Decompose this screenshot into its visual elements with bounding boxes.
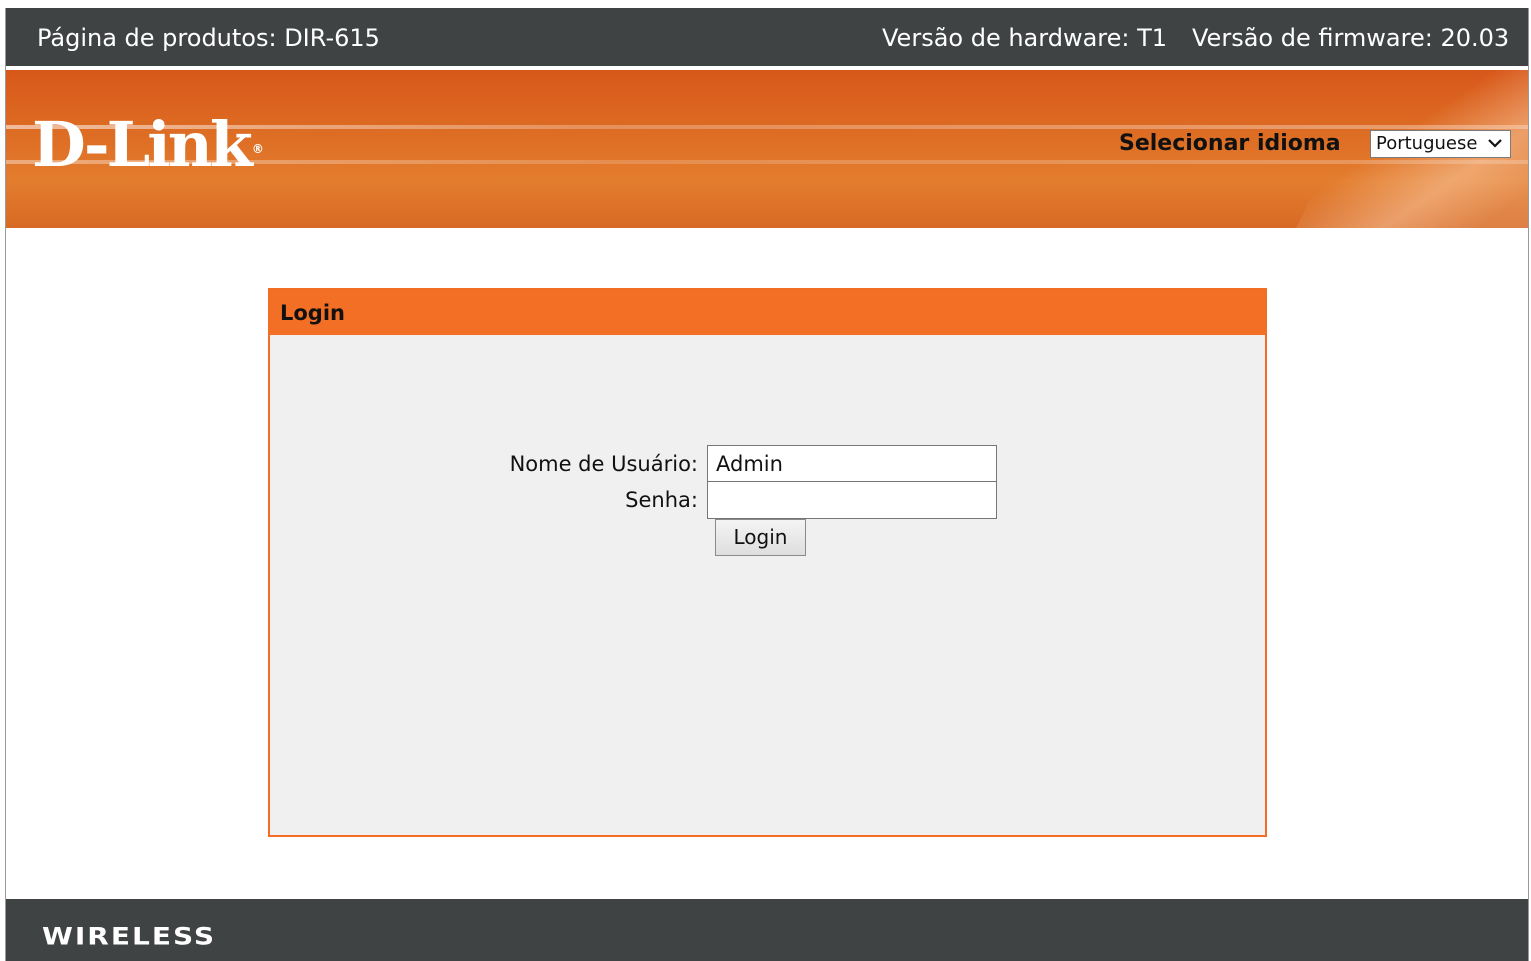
language-select[interactable]: Portuguese — [1370, 130, 1511, 158]
logo-text: D-Link — [32, 108, 253, 181]
login-panel: Login Nome de Usuário: Admin Senha: Logi… — [268, 288, 1267, 837]
hardware-version-text: Versão de hardware: T1 — [882, 24, 1168, 52]
username-input[interactable]: Admin — [707, 445, 997, 483]
password-label: Senha: — [625, 488, 698, 512]
wireless-brand: WIRELESS — [42, 922, 217, 951]
brand-banner: D-Link ® Selecionar idioma Portuguese — [6, 70, 1528, 228]
dlink-logo: D-Link ® — [32, 108, 264, 182]
login-button[interactable]: Login — [715, 519, 806, 556]
language-label: Selecionar idioma — [1119, 131, 1341, 156]
password-input[interactable] — [707, 481, 997, 519]
footer-bar: WIRELESS — [6, 899, 1528, 961]
top-info-bar: Página de produtos: DIR-615 Versão de ha… — [6, 8, 1528, 66]
login-panel-title: Login — [270, 290, 1265, 335]
firmware-version-text: Versão de firmware: 20.03 — [1192, 24, 1510, 52]
product-page-text: Página de produtos: DIR-615 — [37, 24, 380, 52]
language-selected-value: Portuguese — [1376, 133, 1478, 154]
chevron-down-icon — [1488, 139, 1502, 148]
registered-mark: ® — [251, 142, 264, 156]
username-label: Nome de Usuário: — [509, 452, 698, 476]
router-login-page: Página de produtos: DIR-615 Versão de ha… — [5, 8, 1529, 961]
